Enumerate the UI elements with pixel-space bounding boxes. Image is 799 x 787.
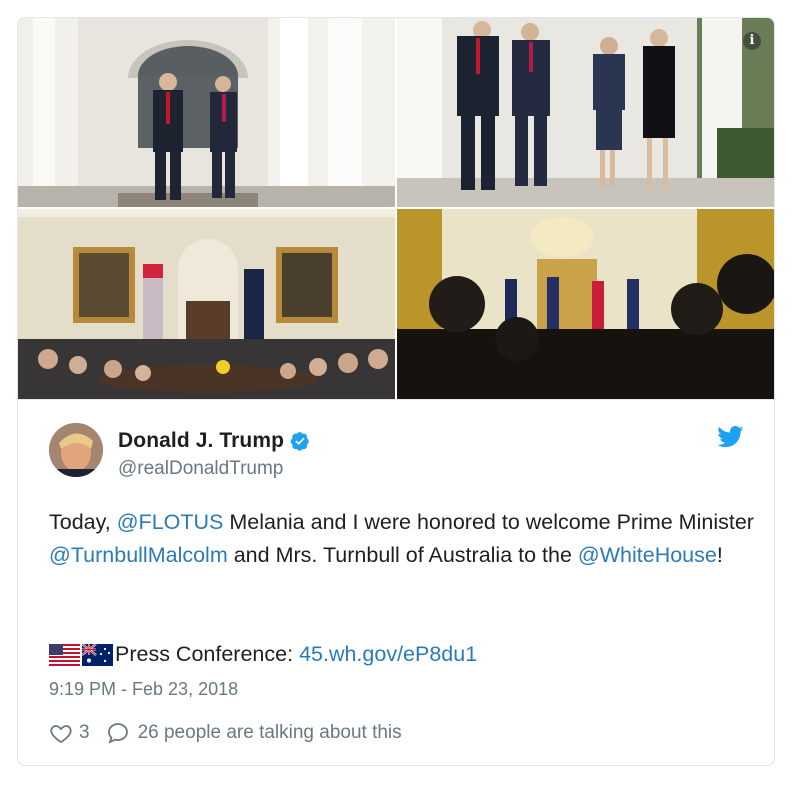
tweet-card[interactable]: i Donald J. Trump @realDonaldTrump Today… xyxy=(17,17,775,766)
avatar[interactable] xyxy=(49,423,103,477)
mention-flotus-link[interactable]: @FLOTUS xyxy=(117,510,224,534)
photo-cabinet-meeting[interactable] xyxy=(18,209,395,399)
tweet-actions: 3 26 people are talking about this xyxy=(49,720,402,746)
press-conference-link[interactable]: 45.wh.gov/eP8du1 xyxy=(299,642,477,667)
heart-icon[interactable] xyxy=(49,721,73,745)
photo-colonnade-walk[interactable] xyxy=(18,18,395,207)
like-count[interactable]: 3 xyxy=(79,722,90,744)
us-flag-emoji xyxy=(49,643,80,666)
australia-flag-emoji xyxy=(82,643,113,666)
tweet-text-part: ! xyxy=(716,543,723,567)
photo-grid: i xyxy=(18,18,774,399)
speech-bubble-icon[interactable] xyxy=(106,721,130,745)
tweet-text-part: Melania and I were honored to welcome Pr… xyxy=(223,510,754,534)
mention-turnbullmalcolm-link[interactable]: @TurnbullMalcolm xyxy=(49,543,228,567)
divider xyxy=(18,399,774,400)
talking-count[interactable]: 26 people are talking about this xyxy=(138,722,402,744)
author-name[interactable]: Donald J. Trump xyxy=(118,429,284,453)
tweet-text: Today, @FLOTUS Melania and I were honore… xyxy=(49,506,759,572)
tweet-text-part: Today, xyxy=(49,510,117,534)
press-conference-line: Press Conference: 45.wh.gov/eP8du1 xyxy=(49,638,477,671)
verified-badge-icon xyxy=(290,432,309,451)
tweet-timestamp[interactable]: 9:19 PM - Feb 23, 2018 xyxy=(49,679,238,700)
author-handle[interactable]: @realDonaldTrump xyxy=(118,458,283,480)
info-icon[interactable]: i xyxy=(743,32,761,50)
press-conference-label: Press Conference: xyxy=(115,642,294,666)
photo-press-conference[interactable] xyxy=(397,209,774,399)
twitter-bird-icon[interactable] xyxy=(717,426,744,448)
photo-greeting[interactable] xyxy=(397,18,774,207)
tweet-text-part: and Mrs. Turnbull of Australia to the xyxy=(227,543,578,567)
mention-whitehouse-link[interactable]: @WhiteHouse xyxy=(578,543,717,567)
author-row[interactable]: Donald J. Trump xyxy=(118,428,310,454)
